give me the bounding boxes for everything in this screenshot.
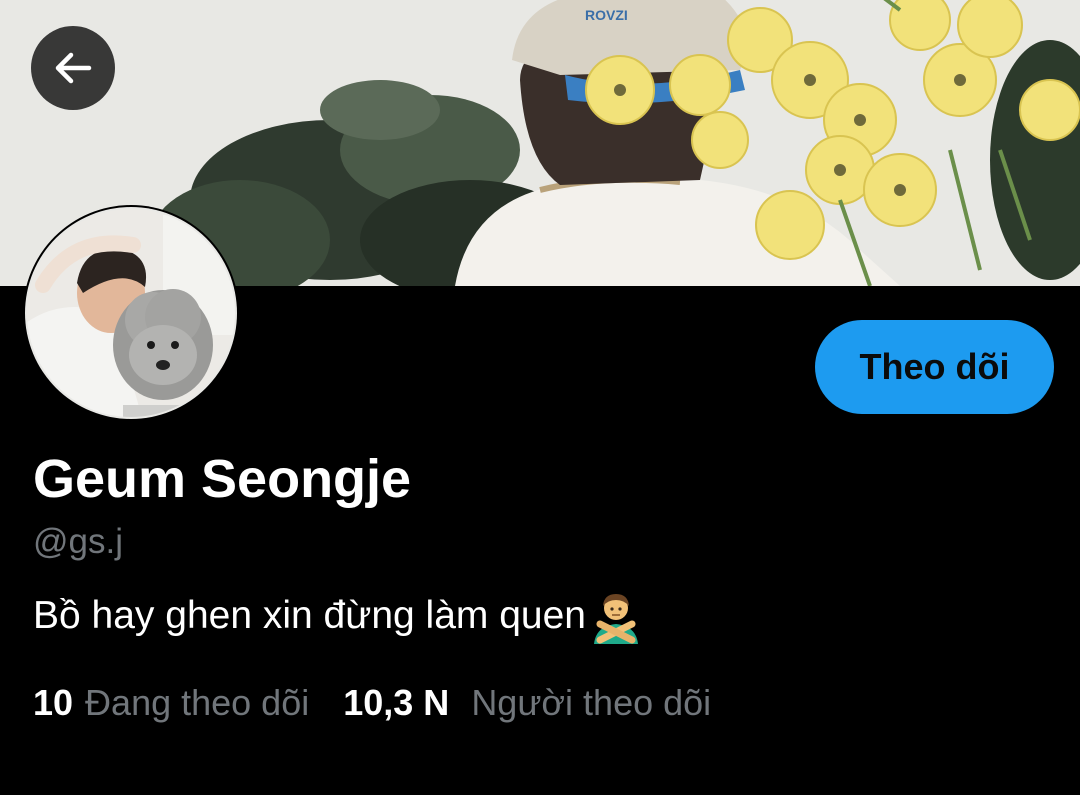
follow-button[interactable]: Theo dõi — [815, 320, 1054, 414]
svg-text:ROVZI: ROVZI — [585, 7, 628, 23]
following-label: Đang theo dõi — [85, 682, 310, 723]
user-handle: @gs.j — [33, 522, 123, 561]
back-button[interactable] — [31, 26, 115, 110]
avatar[interactable] — [23, 205, 239, 421]
arrow-left-icon — [55, 52, 92, 84]
bio-text: Bồ hay ghen xin đừng làm quen — [33, 594, 586, 637]
followers-stat[interactable]: 10,3 N Người theo dõi — [343, 682, 711, 724]
display-name: Geum Seongje — [33, 449, 412, 509]
followers-count: 10,3 N — [343, 682, 450, 723]
avatar-photo — [25, 207, 237, 419]
followers-label: Người theo dõi — [471, 682, 712, 723]
follow-stats: 10 Đang theo dõi 10,3 N Người theo dõi — [33, 682, 711, 724]
following-stat[interactable]: 10 Đang theo dõi — [33, 682, 309, 724]
bio: Bồ hay ghen xin đừng làm quen — [33, 588, 644, 644]
man-gesturing-no-emoji — [594, 594, 638, 644]
following-count: 10 — [33, 682, 74, 723]
